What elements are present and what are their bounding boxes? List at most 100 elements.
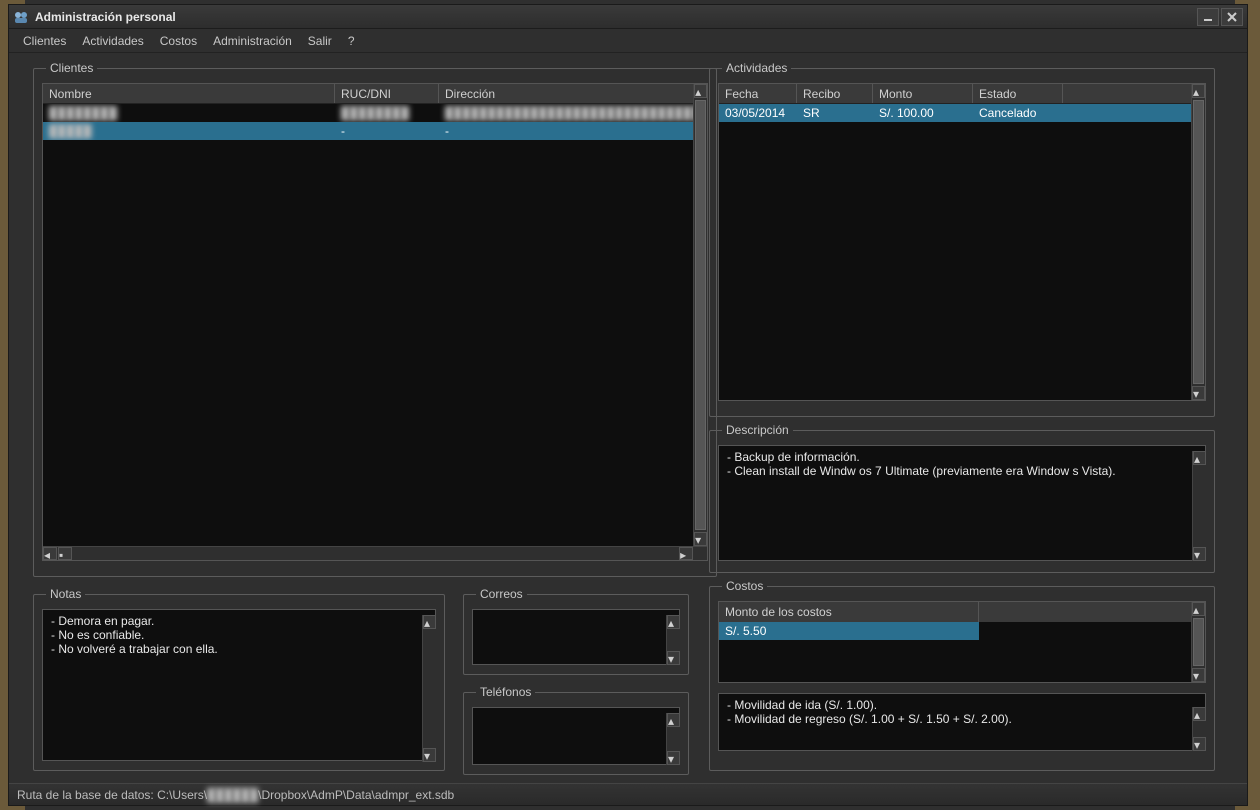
- close-button[interactable]: [1221, 8, 1243, 26]
- notas-group: Notas - Demora en pagar. - No es confiab…: [33, 587, 445, 771]
- col-fecha[interactable]: Fecha: [719, 84, 797, 103]
- window-title: Administración personal: [35, 10, 1195, 24]
- scroll-down-button[interactable]: ▾: [667, 651, 680, 665]
- clientes-group: Clientes Nombre RUC/DNI Dirección ██████…: [33, 61, 717, 577]
- status-path-user: ██████: [207, 788, 258, 802]
- col-estado[interactable]: Estado: [973, 84, 1063, 103]
- telefonos-vscrollbar[interactable]: ▴ ▾: [666, 713, 680, 765]
- costos-legend: Costos: [722, 579, 767, 593]
- actividades-table[interactable]: Fecha Recibo Monto Estado 03/05/2014 SR …: [718, 83, 1206, 401]
- content-area: Clientes Nombre RUC/DNI Dirección ██████…: [9, 53, 1247, 783]
- costos-body: S/. 5.50: [719, 622, 1205, 640]
- scroll-down-button[interactable]: ▾: [1193, 547, 1206, 561]
- telefonos-text[interactable]: [472, 707, 680, 765]
- cell-recibo: SR: [797, 104, 873, 122]
- menubar: Clientes Actividades Costos Administraci…: [9, 29, 1247, 53]
- status-path-prefix: Ruta de la base de datos: C:\Users\: [17, 788, 207, 802]
- table-row[interactable]: ████████ ████████ ██████████████████████…: [43, 104, 707, 122]
- scroll-down-button[interactable]: ▾: [1192, 386, 1205, 400]
- telefonos-group: Teléfonos ▴ ▾: [463, 685, 689, 775]
- scroll-up-button[interactable]: ▴: [423, 615, 436, 629]
- descripcion-text[interactable]: - Backup de información. - Clean install…: [718, 445, 1206, 561]
- scroll-mid-button[interactable]: ▪: [58, 547, 72, 560]
- clientes-legend: Clientes: [46, 61, 97, 75]
- cell-ruc: ████████: [335, 104, 439, 122]
- cell-monto: S/. 100.00: [873, 104, 973, 122]
- descripcion-vscrollbar[interactable]: ▴ ▾: [1192, 451, 1206, 561]
- actividades-legend: Actividades: [722, 61, 791, 75]
- cell-nombre: ████████: [43, 104, 335, 122]
- correos-vscrollbar[interactable]: ▴ ▾: [666, 615, 680, 665]
- col-recibo[interactable]: Recibo: [797, 84, 873, 103]
- menu-salir[interactable]: Salir: [302, 31, 338, 51]
- table-row[interactable]: S/. 5.50: [719, 622, 979, 640]
- statusbar: Ruta de la base de datos: C:\Users\ ████…: [9, 783, 1247, 805]
- col-direccion[interactable]: Dirección: [439, 84, 707, 103]
- clientes-header: Nombre RUC/DNI Dirección: [43, 84, 707, 104]
- clientes-hscrollbar[interactable]: ◂ ▪ ▸: [43, 546, 707, 560]
- table-row[interactable]: █████ - -: [43, 122, 707, 140]
- scroll-thumb[interactable]: [695, 100, 706, 530]
- scroll-up-button[interactable]: ▴: [667, 615, 680, 629]
- scroll-down-button[interactable]: ▾: [1193, 737, 1206, 751]
- clientes-table[interactable]: Nombre RUC/DNI Dirección ████████ ██████…: [42, 83, 708, 561]
- cell-fecha: 03/05/2014: [719, 104, 797, 122]
- menu-help[interactable]: ?: [342, 31, 361, 51]
- scroll-up-button[interactable]: ▴: [667, 713, 680, 727]
- scroll-down-button[interactable]: ▾: [667, 751, 680, 765]
- scroll-up-button[interactable]: ▴: [1192, 84, 1205, 98]
- minimize-button[interactable]: [1197, 8, 1219, 26]
- costos-vscrollbar[interactable]: ▴ ▾: [1191, 602, 1205, 682]
- correos-group: Correos ▴ ▾: [463, 587, 689, 675]
- scroll-thumb[interactable]: [1193, 100, 1204, 384]
- scroll-down-button[interactable]: ▾: [423, 748, 436, 762]
- app-icon: [13, 9, 29, 25]
- actividades-body: 03/05/2014 SR S/. 100.00 Cancelado: [719, 104, 1205, 122]
- titlebar: Administración personal: [9, 5, 1247, 29]
- descripcion-legend: Descripción: [722, 423, 793, 437]
- cell-direccion: -: [439, 122, 707, 140]
- descripcion-group: Descripción - Backup de información. - C…: [709, 423, 1215, 573]
- actividades-header: Fecha Recibo Monto Estado: [719, 84, 1205, 104]
- col-ruc[interactable]: RUC/DNI: [335, 84, 439, 103]
- correos-legend: Correos: [476, 587, 527, 601]
- cell-monto-costos: S/. 5.50: [719, 622, 979, 640]
- scroll-right-button[interactable]: ▸: [679, 547, 693, 560]
- notas-vscrollbar[interactable]: ▴ ▾: [422, 615, 436, 762]
- col-monto[interactable]: Monto: [873, 84, 973, 103]
- col-monto-costos[interactable]: Monto de los costos: [719, 602, 979, 622]
- correos-text[interactable]: [472, 609, 680, 665]
- costos-group: Costos Monto de los costos S/. 5.50 ▴ ▾: [709, 579, 1215, 771]
- actividades-group: Actividades Fecha Recibo Monto Estado 03…: [709, 61, 1215, 417]
- col-nombre[interactable]: Nombre: [43, 84, 335, 103]
- cell-ruc: -: [335, 122, 439, 140]
- menu-clientes[interactable]: Clientes: [17, 31, 72, 51]
- menu-costos[interactable]: Costos: [154, 31, 203, 51]
- clientes-vscrollbar[interactable]: ▴ ▾: [693, 84, 707, 560]
- clientes-body: ████████ ████████ ██████████████████████…: [43, 104, 707, 548]
- costos-detail-vscrollbar[interactable]: ▴ ▾: [1192, 707, 1206, 751]
- app-window: Administración personal Clientes Activid…: [8, 4, 1248, 806]
- telefonos-legend: Teléfonos: [476, 685, 535, 699]
- scroll-down-button[interactable]: ▾: [694, 532, 707, 546]
- notas-legend: Notas: [46, 587, 85, 601]
- scroll-up-button[interactable]: ▴: [1193, 707, 1206, 721]
- scroll-down-button[interactable]: ▾: [1192, 668, 1205, 682]
- cell-direccion: ██████████████████████████████: [439, 104, 707, 122]
- menu-actividades[interactable]: Actividades: [76, 31, 149, 51]
- costos-table[interactable]: Monto de los costos S/. 5.50 ▴ ▾: [718, 601, 1206, 683]
- menu-administracion[interactable]: Administración: [207, 31, 298, 51]
- scroll-up-button[interactable]: ▴: [1193, 451, 1206, 465]
- costos-detail-text[interactable]: - Movilidad de ida (S/. 1.00). - Movilid…: [718, 693, 1206, 751]
- status-path-suffix: \Dropbox\AdmP\Data\admpr_ext.sdb: [258, 788, 454, 802]
- actividades-vscrollbar[interactable]: ▴ ▾: [1191, 84, 1205, 400]
- table-row[interactable]: 03/05/2014 SR S/. 100.00 Cancelado: [719, 104, 1205, 122]
- notas-text[interactable]: - Demora en pagar. - No es confiable. - …: [42, 609, 436, 761]
- scroll-up-button[interactable]: ▴: [694, 84, 707, 98]
- scroll-up-button[interactable]: ▴: [1192, 602, 1205, 616]
- cell-estado: Cancelado: [973, 104, 1063, 122]
- cell-nombre: █████: [43, 122, 335, 140]
- scroll-left-button[interactable]: ◂: [43, 547, 57, 560]
- costos-header: Monto de los costos: [719, 602, 1205, 622]
- scroll-thumb[interactable]: [1193, 618, 1204, 666]
